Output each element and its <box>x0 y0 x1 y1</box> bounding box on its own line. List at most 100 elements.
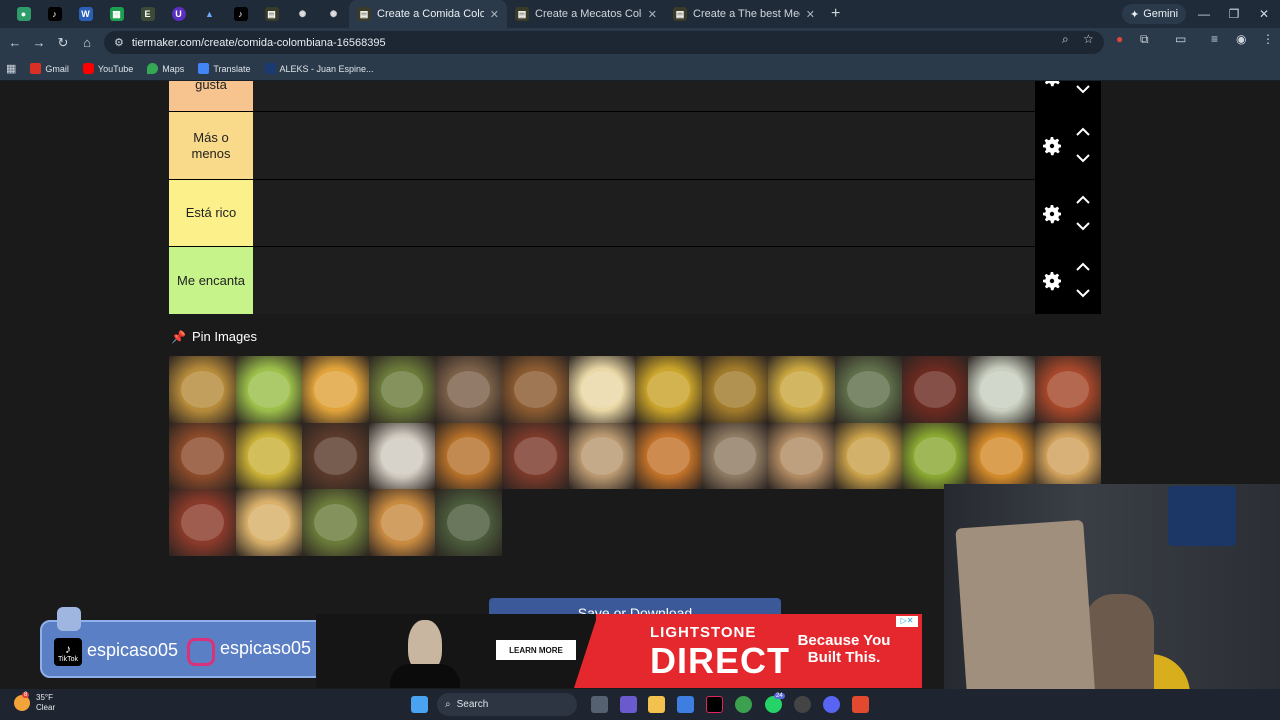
menu-kebab-icon[interactable]: ⋮ <box>1262 32 1274 46</box>
close-tab-icon[interactable]: ✕ <box>806 8 815 21</box>
food-image-tile[interactable] <box>435 489 502 556</box>
bookmark-aleks[interactable]: ALEKS - Juan Espine... <box>264 63 374 74</box>
food-image-tile[interactable] <box>701 422 769 490</box>
adchoices-icon[interactable]: ▷✕ <box>896 616 918 627</box>
gear-icon[interactable] <box>1040 134 1064 158</box>
site-info-icon[interactable]: ⚙ <box>114 36 124 49</box>
food-image-tile[interactable] <box>701 356 769 423</box>
move-down-chevron-icon[interactable] <box>1075 153 1091 163</box>
pinned-tab-word[interactable]: W <box>70 0 101 28</box>
bookmark-youtube[interactable]: YouTube <box>82 63 133 74</box>
profile-avatar-icon[interactable]: ◉ <box>1236 32 1246 46</box>
food-image-tile[interactable] <box>1034 356 1102 423</box>
food-image-tile[interactable] <box>501 356 569 423</box>
tab-comida-colombiana[interactable]: ▤ Create a Comida Colombiana T ✕ <box>349 0 507 28</box>
food-image-tile[interactable] <box>768 356 835 423</box>
bookmark-star-icon[interactable]: ☆ <box>1083 32 1094 46</box>
pin-images-header[interactable]: 📌 Pin Images <box>171 329 257 344</box>
food-image-tile[interactable] <box>568 422 636 490</box>
food-image-tile[interactable] <box>302 422 369 490</box>
pinned-tab-e[interactable]: E <box>132 0 163 28</box>
reload-button[interactable]: ↻ <box>51 31 75 55</box>
food-image-tile[interactable] <box>368 489 436 556</box>
pinned-tab-tiermaker[interactable]: ▤ <box>256 0 287 28</box>
pinned-tab-tiktok[interactable]: ♪ <box>39 0 70 28</box>
tab-mecatos-colombianos[interactable]: ▤ Create a Mecatos Colombianos ✕ <box>507 0 665 28</box>
move-down-chevron-icon[interactable] <box>1075 84 1091 94</box>
food-image-tile[interactable] <box>368 422 436 490</box>
zoom-icon[interactable]: ⌕ <box>1062 32 1069 47</box>
bookmark-gmail[interactable]: Gmail <box>30 63 69 74</box>
ad-learn-more-button[interactable]: LEARN MORE <box>496 640 576 660</box>
discord-icon[interactable] <box>823 696 840 713</box>
close-tab-icon[interactable]: ✕ <box>648 8 657 21</box>
move-down-chevron-icon[interactable] <box>1075 221 1091 231</box>
file-explorer-icon[interactable] <box>648 696 665 713</box>
food-image-tile[interactable] <box>568 356 636 423</box>
bookmark-maps[interactable]: Maps <box>147 63 184 74</box>
move-down-chevron-icon[interactable] <box>1075 288 1091 298</box>
food-image-tile[interactable] <box>968 422 1035 490</box>
food-image-tile[interactable] <box>169 356 236 423</box>
streaming-app-icon[interactable] <box>852 696 869 713</box>
food-image-tile[interactable] <box>235 422 303 490</box>
minimize-button[interactable]: — <box>1188 0 1220 28</box>
tier-label[interactable]: Más o menos <box>169 112 253 179</box>
store-icon[interactable] <box>677 696 694 713</box>
food-image-tile[interactable] <box>235 356 303 423</box>
food-image-tile[interactable] <box>834 422 902 490</box>
restore-button[interactable]: ❐ <box>1218 0 1250 28</box>
pinned-tab-chatgpt-2[interactable]: ✺ <box>287 0 318 28</box>
tier-drop-zone[interactable] <box>253 180 1035 246</box>
tier-label[interactable]: Me encanta <box>169 247 253 314</box>
pinned-tab-tiktok-2[interactable]: ♪ <box>225 0 256 28</box>
new-tab-button[interactable]: + <box>823 5 848 23</box>
gemini-button[interactable]: ✦ Gemini <box>1122 4 1187 24</box>
reading-list-icon[interactable]: ≡ <box>1211 32 1218 46</box>
gear-icon[interactable] <box>1040 269 1064 293</box>
pinned-tab-sheets[interactable]: ▦ <box>101 0 132 28</box>
food-image-tile[interactable] <box>1034 422 1102 490</box>
pinned-tab-chatgpt-3[interactable]: ✺ <box>318 0 349 28</box>
tier-drop-zone[interactable] <box>253 81 1035 111</box>
move-up-chevron-icon[interactable] <box>1075 195 1091 205</box>
food-image-tile[interactable] <box>302 356 369 423</box>
food-image-tile[interactable] <box>235 489 303 556</box>
gear-icon[interactable] <box>1040 202 1064 226</box>
taskbar-search[interactable]: ⌕ Search <box>437 693 577 716</box>
tab-search-icon[interactable]: ▭ <box>1175 32 1186 46</box>
close-tab-icon[interactable]: ✕ <box>490 8 499 21</box>
tab-best-mecato[interactable]: ▤ Create a The best Mecato Tier ✕ <box>665 0 823 28</box>
pinned-tab-triangle[interactable]: ▲ <box>194 0 225 28</box>
food-image-tile[interactable] <box>169 489 236 556</box>
close-window-button[interactable]: ✕ <box>1248 0 1280 28</box>
food-image-tile[interactable] <box>635 356 702 423</box>
forward-button[interactable]: → <box>27 31 51 55</box>
gear-icon[interactable] <box>1040 81 1064 89</box>
food-image-tile[interactable] <box>169 422 236 490</box>
chrome-icon[interactable] <box>735 696 752 713</box>
bookmark-translate[interactable]: Translate <box>198 63 251 74</box>
tier-drop-zone[interactable] <box>253 247 1035 314</box>
pinned-tab-purple[interactable]: U <box>163 0 194 28</box>
food-image-tile[interactable] <box>435 356 502 423</box>
weather-widget[interactable]: 35°F Clear <box>14 693 55 713</box>
food-image-tile[interactable] <box>435 422 502 490</box>
food-image-tile[interactable] <box>968 356 1035 423</box>
tiktok-taskbar-icon[interactable] <box>706 696 723 713</box>
move-up-chevron-icon[interactable] <box>1075 127 1091 137</box>
extensions-puzzle-icon[interactable]: ⧉ <box>1140 32 1149 47</box>
apps-grid-icon[interactable]: ▦ <box>6 62 16 75</box>
steam-icon[interactable] <box>794 696 811 713</box>
food-image-tile[interactable] <box>901 356 969 423</box>
home-button[interactable]: ⌂ <box>75 31 99 55</box>
food-image-tile[interactable] <box>901 422 969 490</box>
food-image-tile[interactable] <box>768 422 835 490</box>
extension-red-icon[interactable]: ● <box>1116 32 1123 46</box>
food-image-tile[interactable] <box>368 356 436 423</box>
move-up-chevron-icon[interactable] <box>1075 262 1091 272</box>
ad-banner[interactable]: LEARN MORE LIGHTSTONE DIRECT Because You… <box>316 614 922 688</box>
address-bar[interactable]: ⚙ tiermaker.com/create/comida-colombiana… <box>104 31 1104 54</box>
food-image-tile[interactable] <box>635 422 702 490</box>
tier-drop-zone[interactable] <box>253 112 1035 179</box>
